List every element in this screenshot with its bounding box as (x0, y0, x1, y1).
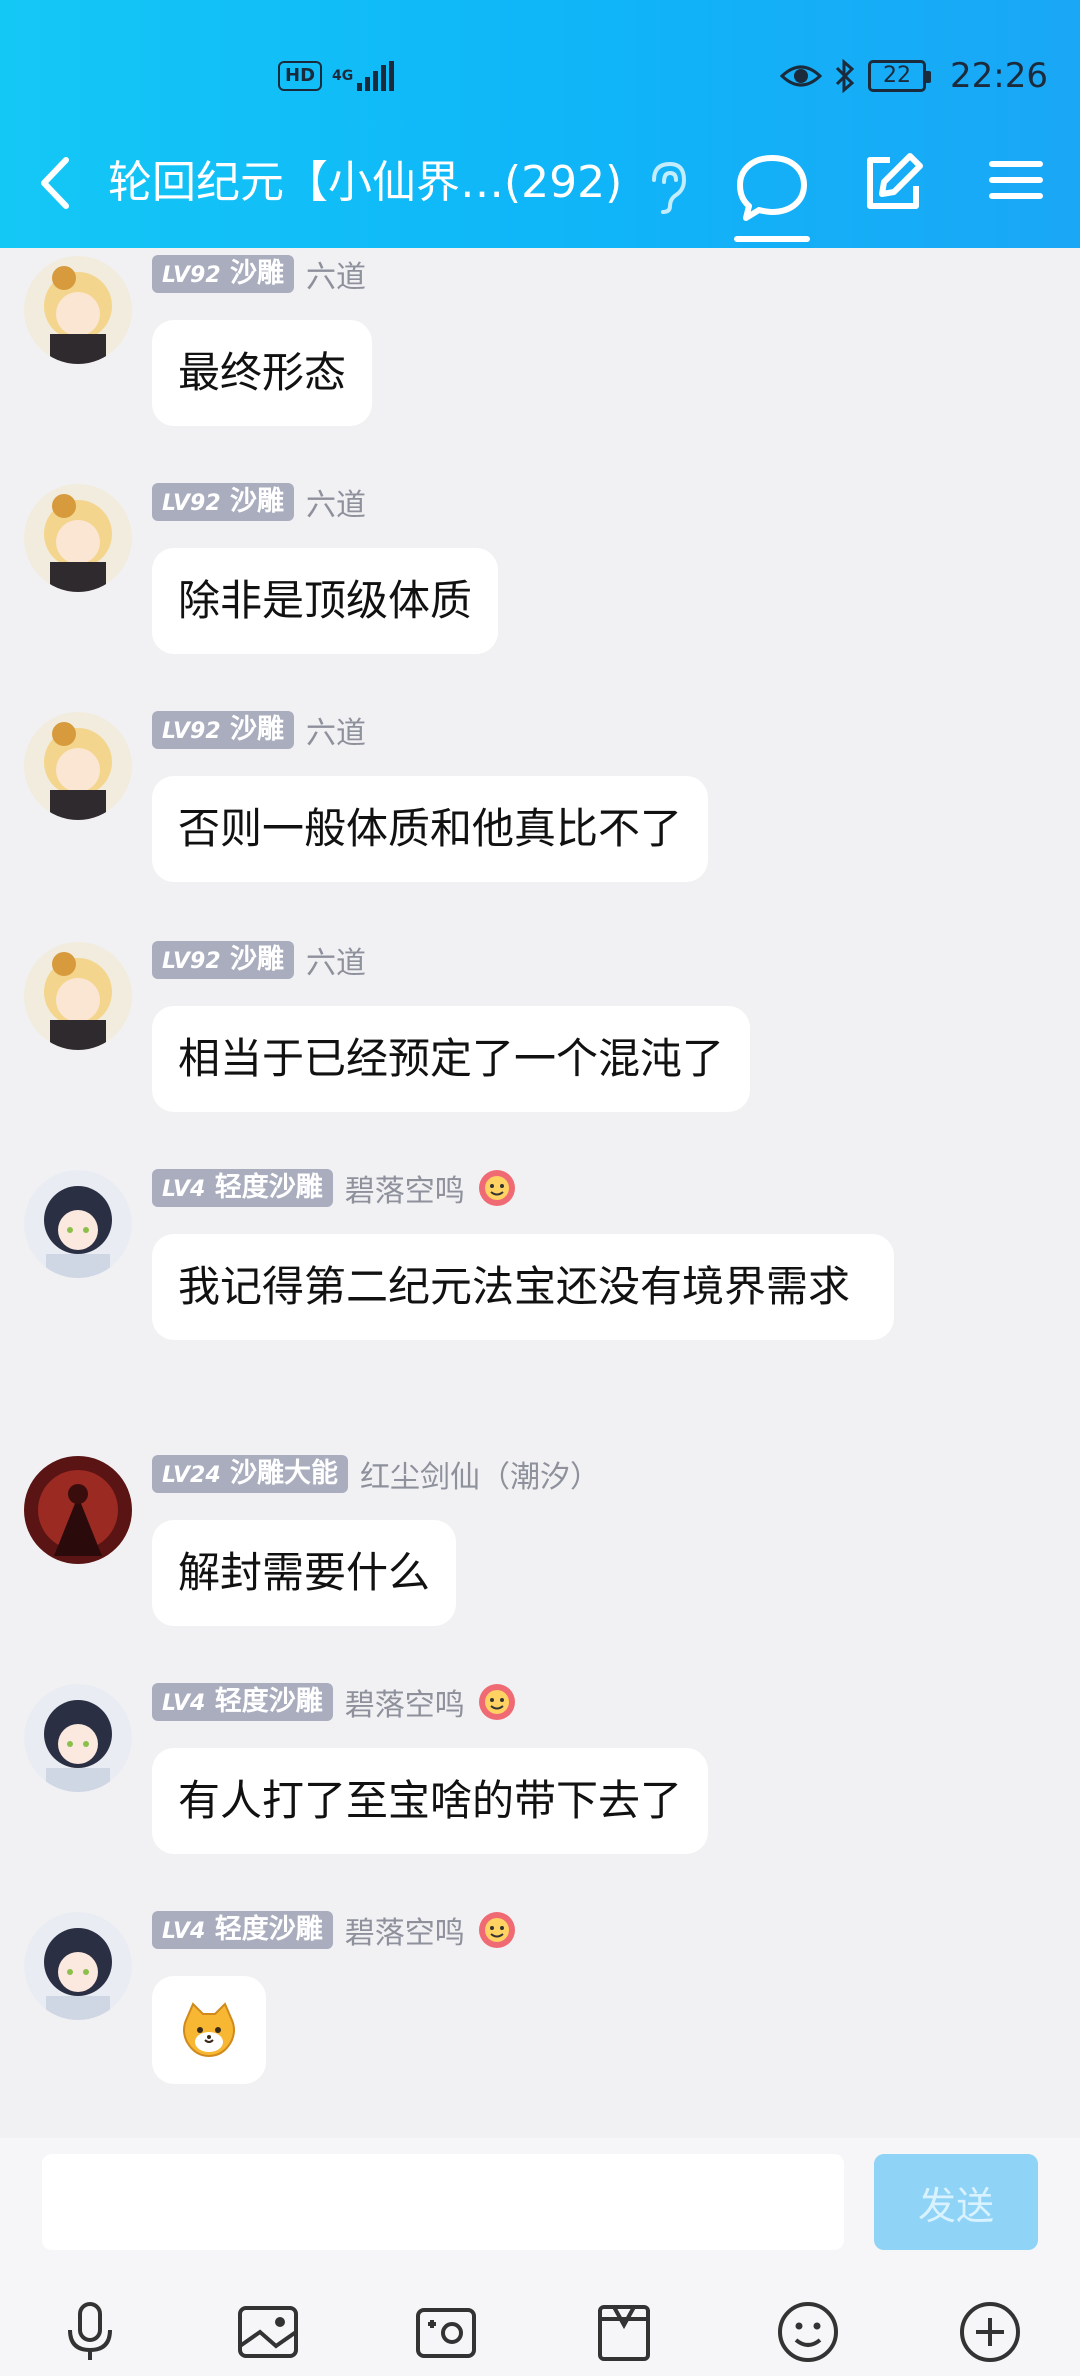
image-icon (238, 2306, 298, 2358)
chat-header: HD 4G 22 22:26 轮回纪元【小仙界…(292) (0, 0, 1080, 248)
send-button[interactable]: 发送 (874, 2154, 1038, 2250)
avatar[interactable] (24, 1684, 132, 1792)
sender-info: LV92 沙雕 六道 (152, 252, 366, 296)
more-button[interactable] (956, 2298, 1024, 2366)
signal-icon (357, 61, 395, 91)
sender-name[interactable]: 碧落空鸣 (345, 1908, 465, 1952)
sticker-bubble[interactable] (152, 1976, 266, 2084)
level-badge: LV92 沙雕 (152, 711, 295, 749)
camera-icon (416, 2308, 476, 2358)
ear-icon[interactable] (644, 158, 692, 214)
message-bubble[interactable]: 除非是顶级体质 (152, 548, 499, 654)
level-badge: LV92 沙雕 (152, 255, 295, 293)
level-badge: LV4 轻度沙雕 (152, 1683, 333, 1721)
avatar[interactable] (24, 484, 132, 592)
message-bubble[interactable]: 解封需要什么 (152, 1520, 457, 1626)
message-bubble[interactable]: 有人打了至宝啥的带下去了 (152, 1748, 709, 1854)
plus-icon (960, 2302, 1020, 2362)
emoji-button[interactable] (774, 2298, 842, 2366)
cat-face-sticker-icon (183, 2002, 235, 2058)
chat-bubble-icon (737, 155, 807, 221)
voice-button[interactable] (56, 2298, 124, 2366)
status-bar-left: HD 4G (278, 52, 395, 100)
level-badge: LV4 轻度沙雕 (152, 1911, 333, 1949)
message-input[interactable] (42, 2154, 844, 2250)
avatar[interactable] (24, 942, 132, 1050)
flower-badge-icon (478, 1170, 515, 1206)
message-bubble[interactable]: 我记得第二纪元法宝还没有境界需求 (152, 1234, 894, 1340)
message-list[interactable]: LV92 沙雕 六道 最终形态 LV92 沙雕 六道 除非是顶级体质 LV92 … (0, 248, 1080, 2138)
mic-icon (68, 2302, 112, 2360)
edit-icon (867, 153, 923, 209)
input-bar: 发送 (0, 2138, 1080, 2376)
chevron-left-icon (41, 157, 69, 209)
sender-name[interactable]: 六道 (306, 708, 366, 752)
level-badge: LV24 沙雕大能 (152, 1455, 349, 1493)
tab-post[interactable] (860, 150, 926, 216)
avatar[interactable] (24, 712, 132, 820)
emoji-icon (778, 2302, 838, 2362)
sender-name[interactable]: 六道 (306, 252, 366, 296)
sender-info: LV92 沙雕 六道 (152, 938, 366, 982)
sender-info: LV4 轻度沙雕 碧落空鸣 (152, 1166, 517, 1210)
flower-badge-icon (478, 1684, 515, 1720)
avatar[interactable] (24, 1456, 132, 1564)
message-bubble[interactable]: 最终形态 (152, 320, 373, 426)
sender-info: LV92 沙雕 六道 (152, 480, 366, 524)
sender-name[interactable]: 六道 (306, 480, 366, 524)
status-bar-right: 22 22:26 (780, 52, 1048, 100)
sender-info: LV4 轻度沙雕 碧落空鸣 (152, 1908, 517, 1952)
camera-button[interactable] (412, 2298, 480, 2366)
image-button[interactable] (234, 2298, 302, 2366)
message-bubble[interactable]: 否则一般体质和他真比不了 (152, 776, 709, 882)
menu-icon (989, 161, 1043, 199)
chat-title[interactable]: 轮回纪元【小仙界…(292) (108, 150, 622, 216)
sender-info: LV24 沙雕大能 红尘剑仙（潮汐） (152, 1452, 600, 1496)
network-type: 4G (332, 68, 354, 84)
file-button[interactable] (590, 2298, 658, 2366)
battery-icon: 22 (868, 60, 931, 92)
sender-name[interactable]: 碧落空鸣 (345, 1166, 465, 1210)
back-button[interactable] (30, 150, 80, 216)
sender-name[interactable]: 红尘剑仙（潮汐） (360, 1452, 600, 1496)
avatar[interactable] (24, 1912, 132, 2020)
bluetooth-icon (835, 59, 855, 93)
level-badge: LV92 沙雕 (152, 941, 295, 979)
clock: 22:26 (950, 56, 1048, 96)
sender-info: LV92 沙雕 六道 (152, 708, 366, 752)
level-badge: LV92 沙雕 (152, 483, 295, 521)
menu-button[interactable] (986, 150, 1046, 216)
avatar[interactable] (24, 1170, 132, 1278)
level-badge: LV4 轻度沙雕 (152, 1169, 333, 1207)
sender-name[interactable]: 六道 (306, 938, 366, 982)
sender-info: LV4 轻度沙雕 碧落空鸣 (152, 1680, 517, 1724)
folder-icon (598, 2305, 650, 2361)
tab-active-indicator (734, 236, 810, 242)
eye-icon (780, 65, 822, 87)
sender-name[interactable]: 碧落空鸣 (345, 1680, 465, 1724)
hd-icon: HD (278, 61, 323, 91)
message-bubble[interactable]: 相当于已经预定了一个混沌了 (152, 1006, 751, 1112)
flower-badge-icon (478, 1912, 515, 1948)
tab-chat[interactable] (732, 148, 812, 244)
avatar[interactable] (24, 256, 132, 364)
